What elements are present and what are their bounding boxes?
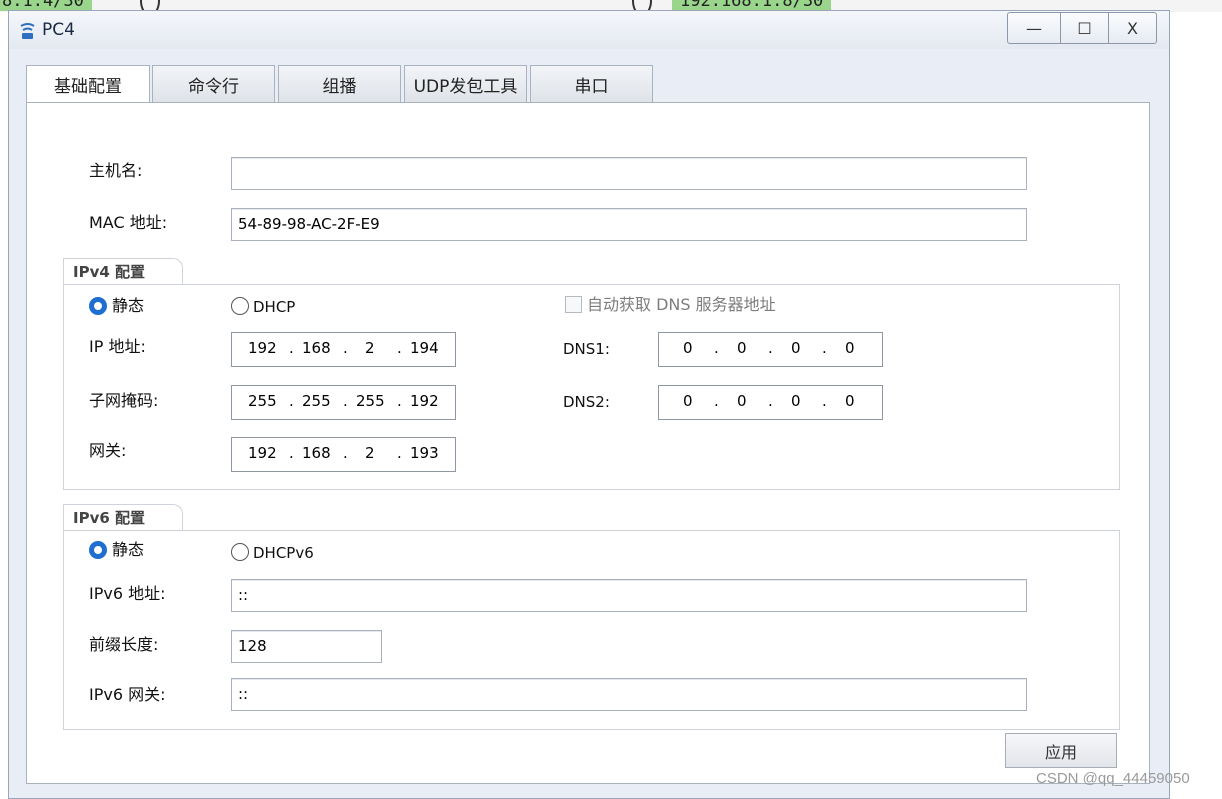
mask-octet-4: 192	[410, 392, 439, 410]
hostname-label: 主机名:	[89, 161, 143, 180]
pc-config-window: PC4 — ☐ X 基础配置 命令行 组播 UDP发包工具 串口 主机名: MA…	[8, 10, 1170, 799]
prefix-length-input[interactable]: 128	[231, 630, 382, 663]
dns2-input[interactable]: 0 . 0 . 0 . 0	[658, 385, 883, 420]
dns1-octet-4: 0	[845, 339, 855, 357]
ipv4-section-title: IPv4 配置	[63, 258, 183, 285]
dns1-dot-2: .	[768, 339, 773, 357]
auto-dns-checkbox[interactable]	[565, 296, 582, 313]
tab-basic-config[interactable]: 基础配置	[26, 65, 150, 103]
pc-icon	[20, 23, 35, 39]
subnet-mask-input[interactable]: 255 . 255 . 255 . 192	[231, 385, 456, 420]
ip-address-label: IP 地址:	[89, 337, 146, 356]
mac-label: MAC 地址:	[89, 213, 168, 232]
gw-octet-3: 2	[365, 444, 375, 462]
gw-dot-3: .	[397, 444, 402, 462]
ipv6-address-label: IPv6 地址:	[89, 584, 166, 603]
prefix-length-label: 前缀长度:	[89, 635, 159, 654]
dns2-dot-3: .	[822, 392, 827, 410]
dns1-input[interactable]: 0 . 0 . 0 . 0	[658, 332, 883, 367]
dns1-dot-1: .	[714, 339, 719, 357]
basic-config-panel: 主机名: MAC 地址: 54-89-98-AC-2F-E9 IPv4 配置 静…	[26, 102, 1150, 784]
dns1-octet-3: 0	[791, 339, 801, 357]
ipv4-static-label: 静态	[112, 296, 145, 315]
ipv6-gateway-input[interactable]: ::	[231, 678, 1027, 711]
gateway-label: 网关:	[89, 441, 127, 460]
dns1-label: DNS1:	[563, 340, 610, 358]
close-button[interactable]: X	[1108, 13, 1156, 43]
minimize-button[interactable]: —	[1008, 13, 1060, 43]
ipv6-address-input[interactable]: ::	[231, 579, 1027, 612]
title-bar[interactable]: PC4 — ☐ X	[9, 11, 1169, 49]
ipv6-gateway-label: IPv6 网关:	[89, 685, 166, 704]
gw-dot-1: .	[289, 444, 294, 462]
ip-dot-1: .	[289, 339, 294, 357]
window-controls: — ☐ X	[1007, 12, 1157, 44]
window-title: PC4	[42, 20, 75, 40]
tab-udp-tool[interactable]: UDP发包工具	[404, 65, 527, 102]
ip-dot-3: .	[397, 339, 402, 357]
auto-dns-label: 自动获取 DNS 服务器地址	[587, 295, 776, 314]
tab-multicast[interactable]: 组播	[278, 65, 401, 102]
gw-dot-2: .	[343, 444, 348, 462]
mac-input[interactable]: 54-89-98-AC-2F-E9	[231, 208, 1027, 241]
dns2-octet-2: 0	[737, 392, 747, 410]
dns2-label: DNS2:	[563, 393, 610, 411]
ipv6-static-label: 静态	[112, 540, 145, 559]
ip-octet-2: 168	[302, 339, 331, 357]
mask-octet-1: 255	[248, 392, 277, 410]
ipv4-static-radio[interactable]	[89, 297, 107, 315]
watermark: CSDN @qq_44459050	[1036, 770, 1190, 787]
tab-serial[interactable]: 串口	[530, 65, 653, 102]
ip-octet-1: 192	[248, 339, 277, 357]
ipv4-dhcp-label: DHCP	[253, 298, 296, 316]
mask-dot-2: .	[343, 392, 348, 410]
mask-octet-2: 255	[302, 392, 331, 410]
dns1-octet-2: 0	[737, 339, 747, 357]
dns1-octet-1: 0	[683, 339, 693, 357]
apply-button[interactable]: 应用	[1005, 733, 1117, 768]
ip-octet-3: 2	[365, 339, 375, 357]
dns2-octet-4: 0	[845, 392, 855, 410]
gw-octet-4: 193	[410, 444, 439, 462]
dns2-octet-3: 0	[791, 392, 801, 410]
ipv6-dhcpv6-radio[interactable]	[231, 543, 249, 561]
ipv4-dhcp-radio[interactable]	[231, 297, 249, 315]
ipv6-static-radio[interactable]	[89, 541, 107, 559]
dns2-octet-1: 0	[683, 392, 693, 410]
gw-octet-2: 168	[302, 444, 331, 462]
dns2-dot-1: .	[714, 392, 719, 410]
subnet-mask-label: 子网掩码:	[89, 391, 159, 410]
gateway-input[interactable]: 192 . 168 . 2 . 193	[231, 437, 456, 472]
ip-octet-4: 194	[410, 339, 439, 357]
mask-dot-1: .	[289, 392, 294, 410]
tab-command-line[interactable]: 命令行	[152, 65, 275, 102]
ip-dot-2: .	[343, 339, 348, 357]
ipv6-section-title: IPv6 配置	[63, 504, 183, 531]
gw-octet-1: 192	[248, 444, 277, 462]
dns2-dot-2: .	[768, 392, 773, 410]
mask-octet-3: 255	[356, 392, 385, 410]
ip-address-input[interactable]: 192 . 168 . 2 . 194	[231, 332, 456, 367]
hostname-input[interactable]	[231, 157, 1027, 190]
dns1-dot-3: .	[822, 339, 827, 357]
maximize-button[interactable]: ☐	[1060, 13, 1108, 43]
ipv6-dhcpv6-label: DHCPv6	[253, 544, 314, 562]
mask-dot-3: .	[397, 392, 402, 410]
